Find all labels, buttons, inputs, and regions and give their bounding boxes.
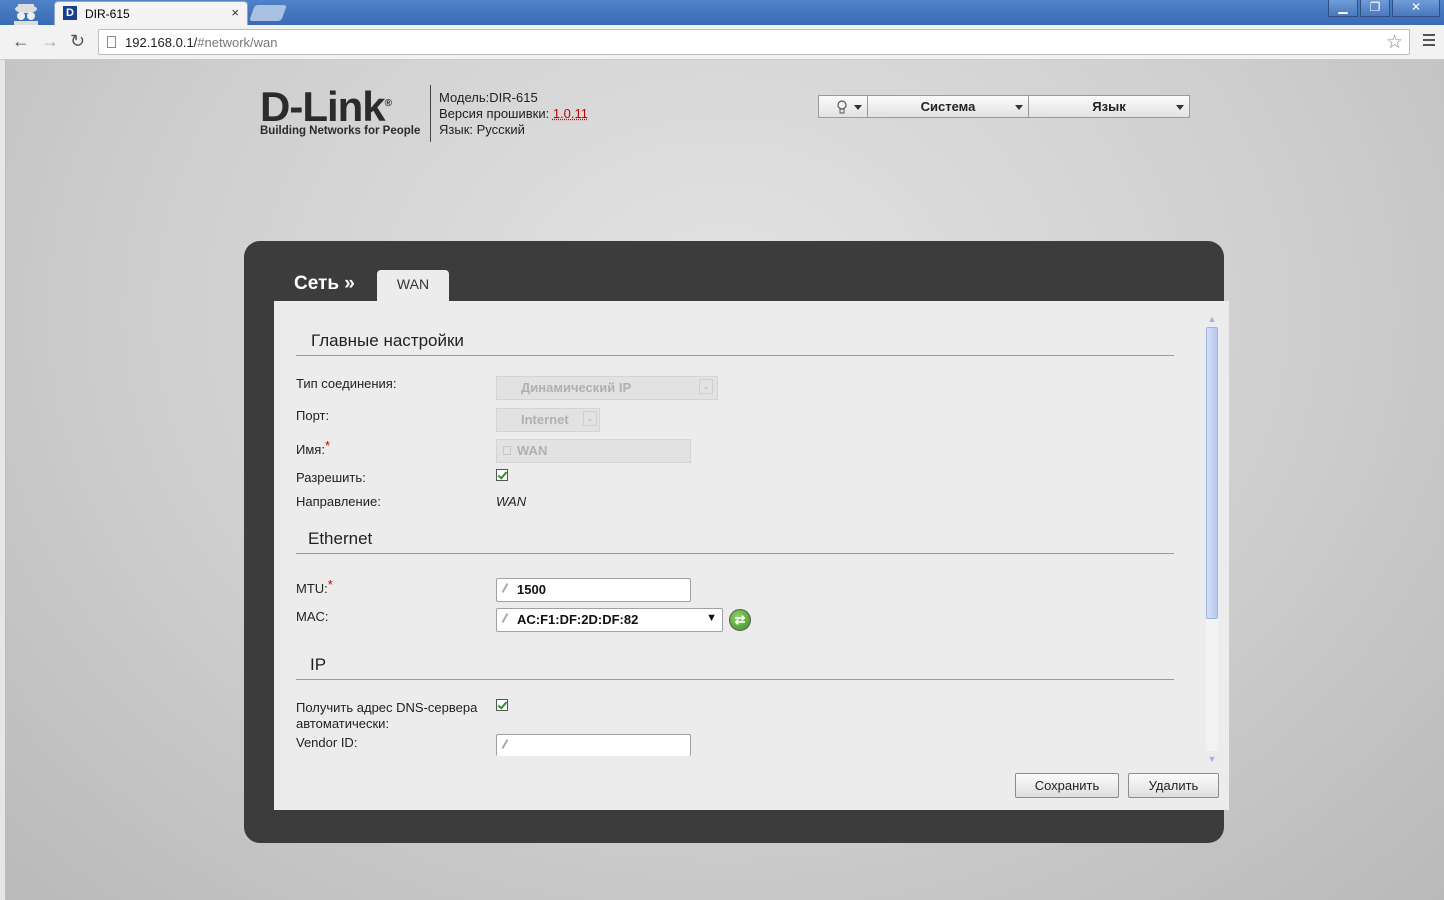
port-select[interactable]: Internet ⌄ [496, 408, 600, 432]
browser-toolbar: ← → ↻ 192.168.0.1/#network/wan ☆ [0, 25, 1444, 60]
dns-auto-checkbox[interactable] [496, 699, 508, 711]
address-bar[interactable]: 192.168.0.1/#network/wan ☆ [98, 29, 1410, 55]
mac-label: MAC: [296, 609, 329, 624]
dlink-favicon-icon: D [63, 6, 77, 20]
browser-tabstrip: D DIR-615 × ▁ ❐ ✕ [0, 0, 1444, 25]
brand-mark: ® [384, 98, 392, 109]
back-icon[interactable]: ← [12, 32, 30, 50]
close-window-button[interactable]: ✕ [1392, 0, 1440, 17]
lightbulb-icon [837, 100, 847, 114]
new-tab-button[interactable] [249, 5, 287, 21]
minimize-button[interactable]: ▁ [1328, 0, 1358, 17]
language-value: Русский [476, 122, 525, 137]
pencil-icon [501, 613, 509, 623]
tab-wan[interactable]: WAN [377, 270, 449, 301]
delete-button[interactable]: Удалить [1128, 773, 1219, 798]
direction-label: Направление: [296, 494, 381, 509]
scroll-down-icon[interactable]: ▼ [1206, 753, 1218, 765]
mtu-label: MTU:* [296, 577, 333, 597]
hints-menu[interactable] [818, 95, 868, 118]
url-text[interactable]: 192.168.0.1/#network/wan [125, 35, 278, 50]
dlink-logo: D-Link® Building Networks for People [260, 83, 421, 138]
chevron-down-icon [854, 105, 862, 110]
enable-label: Разрешить: [296, 470, 366, 485]
port-value: Internet [521, 412, 569, 427]
mac-combobox[interactable]: AC:F1:DF:2D:DF:82 ▼ [496, 608, 723, 632]
language-label: Язык: [439, 122, 473, 137]
restore-button[interactable]: ❐ [1360, 0, 1390, 17]
browser-tab[interactable]: D DIR-615 × [54, 1, 248, 25]
section-divider [296, 553, 1174, 554]
header-divider [430, 85, 431, 142]
model-label: Модель: [439, 90, 490, 105]
model-value: DIR-615 [489, 90, 538, 105]
forward-icon[interactable]: → [41, 32, 59, 50]
language-menu[interactable]: Язык [1029, 95, 1190, 118]
dns-auto-label-line1: Получить адрес DNS-сервера [296, 700, 478, 715]
url-path: #network/wan [197, 35, 278, 50]
incognito-icon [14, 4, 38, 25]
window-left-edge [0, 60, 6, 900]
name-value: WAN [517, 443, 548, 458]
clone-mac-icon[interactable]: ⇄ [729, 609, 751, 631]
name-field[interactable]: WAN [496, 439, 691, 463]
system-menu[interactable]: Система [868, 95, 1029, 118]
save-button[interactable]: Сохранить [1015, 773, 1119, 798]
required-mark: * [327, 577, 333, 592]
pencil-icon [501, 583, 509, 593]
mtu-value: 1500 [517, 582, 546, 597]
system-menu-label: Система [920, 99, 976, 114]
reload-icon[interactable]: ↻ [70, 32, 85, 50]
settings-frame: Сеть » WAN Главные настройки Тип соедине… [244, 241, 1229, 843]
url-host: 192.168.0.1/ [125, 35, 198, 50]
mtu-label-text: MTU: [296, 581, 328, 596]
panel-scrollbar[interactable]: ▲ ▼ [1204, 313, 1218, 765]
vendor-id-label: Vendor ID: [296, 735, 358, 750]
port-label: Порт: [296, 408, 330, 423]
connection-type-value: Динамический IP [521, 380, 632, 395]
mtu-input[interactable]: 1500 [496, 578, 691, 602]
direction-value: WAN [496, 494, 527, 509]
name-label-text: Имя: [296, 442, 325, 457]
firmware-version: 1.0.11 [552, 106, 589, 121]
scroll-up-icon[interactable]: ▲ [1206, 313, 1218, 325]
router-page: D-Link® Building Networks for People Мод… [0, 60, 1444, 900]
settings-panel: Главные настройки Тип соединения: Динами… [274, 301, 1229, 810]
chevron-down-icon [1015, 105, 1023, 110]
lock-icon [503, 446, 511, 455]
dns-auto-label: Получить адрес DNS-сервера автоматически… [296, 700, 477, 732]
language-menu-label: Язык [1092, 99, 1126, 114]
connection-type-select[interactable]: Динамический IP ⌄ [496, 376, 718, 400]
section-divider [296, 679, 1174, 680]
required-mark: * [324, 438, 330, 453]
connection-type-label: Тип соединения: [296, 376, 397, 391]
brand-tagline: Building Networks for People [260, 125, 421, 137]
menu-icon[interactable] [1423, 34, 1435, 49]
page-icon [107, 36, 116, 48]
enable-checkbox[interactable] [496, 469, 508, 481]
chevron-down-icon: ⌄ [699, 379, 713, 394]
bookmark-star-icon[interactable]: ☆ [1386, 31, 1403, 54]
chevron-down-icon [1176, 105, 1184, 110]
section-title-ethernet: Ethernet [308, 529, 373, 548]
mac-value: AC:F1:DF:2D:DF:82 [517, 612, 639, 627]
tab-close-icon[interactable]: × [231, 5, 239, 20]
chevron-down-icon: ⌄ [583, 411, 597, 426]
dns-auto-label-line2: автоматически: [296, 716, 390, 731]
breadcrumb-network[interactable]: Сеть » [294, 273, 355, 295]
section-divider [296, 355, 1174, 356]
top-menu: Система Язык [818, 95, 1190, 118]
brand-name: D-Link [260, 83, 386, 130]
section-title-ip: IP [310, 655, 327, 674]
vendor-id-input[interactable] [496, 734, 691, 756]
device-info: Модель:DIR-615 Версия прошивки: 1.0.11 Я… [439, 90, 588, 138]
name-label: Имя:* [296, 438, 330, 458]
tab-title: DIR-615 [85, 7, 130, 21]
scroll-thumb[interactable] [1206, 327, 1218, 619]
section-title-main: Главные настройки [311, 331, 464, 350]
firmware-label: Версия прошивки: [439, 106, 550, 121]
pencil-icon [501, 739, 509, 749]
dropdown-arrow-icon[interactable]: ▼ [706, 612, 717, 624]
window-controls: ▁ ❐ ✕ [1326, 0, 1440, 18]
